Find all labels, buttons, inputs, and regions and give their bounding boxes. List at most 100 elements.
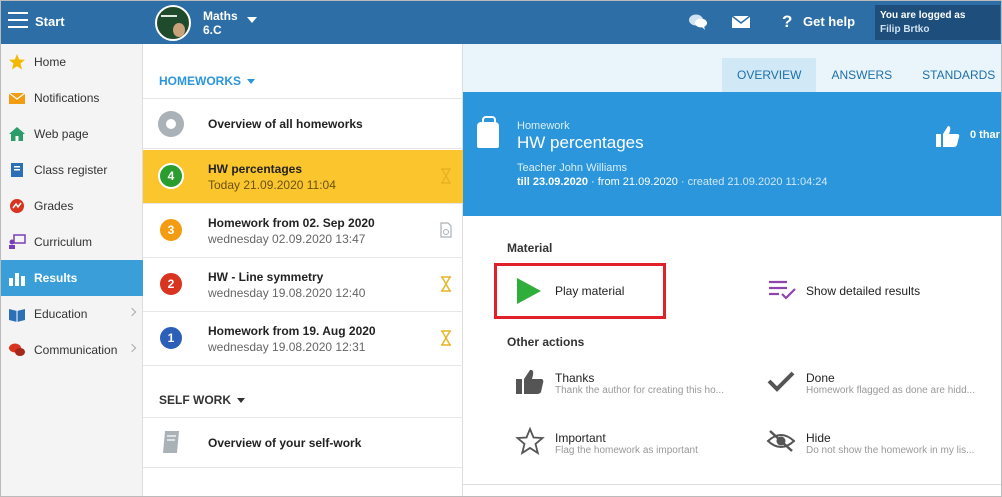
class-subject: Maths <box>203 9 238 23</box>
checkmark-icon <box>767 371 795 392</box>
divider <box>463 484 1002 485</box>
gear-icon <box>158 111 184 137</box>
chevron-right-icon <box>127 307 137 317</box>
thanks-description: Thank the author for creating this ho... <box>555 385 724 396</box>
sidebar-item-curriculum[interactable]: Curriculum <box>0 224 143 260</box>
sidebar-item-label: Grades <box>34 199 74 213</box>
sidebar-item-label: Results <box>34 271 78 285</box>
login-label: You are logged as <box>880 10 966 21</box>
sidebar-item-notifications[interactable]: Notifications <box>0 80 143 116</box>
chevron-down-icon <box>247 79 255 85</box>
envelope-icon <box>8 92 26 104</box>
teacher-name: Teacher John Williams <box>517 162 628 174</box>
open-book-icon <box>9 309 25 322</box>
detail-header: OVERVIEW ANSWERS STANDARDS Homework HW p… <box>463 44 1002 216</box>
thumbs-up-icon <box>516 369 544 394</box>
sidebar-item-label: Web page <box>34 127 89 141</box>
sidebar-item-label: Home <box>34 55 67 69</box>
homework-title: HW percentages <box>517 133 644 152</box>
star-outline-icon <box>515 427 545 455</box>
sidebar-item-results[interactable]: Results <box>0 260 143 296</box>
tab-overview[interactable]: OVERVIEW <box>722 58 817 92</box>
document-check-icon <box>440 222 452 238</box>
chevron-down-icon <box>237 398 245 404</box>
overview-label: Overview of your self-work <box>208 436 362 450</box>
sidebar-item-web-page[interactable]: Web page <box>0 116 143 152</box>
login-user: Filip Brtko <box>880 24 930 35</box>
done-description: Homework flagged as done are hidd... <box>806 385 975 396</box>
important-description: Flag the homework as important <box>555 445 698 456</box>
homework-title: Homework from 19. Aug 2020 <box>208 324 376 338</box>
show-results-label: Show detailed results <box>806 284 921 298</box>
homework-dates: till 23.09.2020 · from 21.09.2020 · crea… <box>517 176 828 188</box>
house-icon <box>9 127 25 141</box>
teacher-icon <box>9 234 26 249</box>
important-title: Important <box>555 431 606 445</box>
class-avatar[interactable] <box>155 5 191 41</box>
homework-title: Homework from 02. Sep 2020 <box>208 216 375 230</box>
homework-number-badge: 3 <box>158 217 184 243</box>
play-material-label: Play material <box>555 284 625 298</box>
sidebar-item-communication[interactable]: Communication <box>0 332 143 368</box>
sidebar-item-label: Class register <box>34 163 108 177</box>
sidebar-item-label: Education <box>34 307 88 321</box>
top-bar: Start Maths 6.C ? Get help You are logge… <box>0 0 1002 44</box>
bar-chart-icon <box>9 273 25 286</box>
chevron-down-icon[interactable] <box>247 17 257 23</box>
sidebar-item-home[interactable]: Home <box>0 44 143 80</box>
list-item[interactable]: 4 HW percentages Today 21.09.2020 11:04 <box>143 150 463 204</box>
tab-answers[interactable]: ANSWERS <box>816 58 907 92</box>
checklist-icon <box>769 280 796 300</box>
grade-icon <box>10 199 24 213</box>
list-item[interactable]: 1 Homework from 19. Aug 2020 wednesday 1… <box>143 312 463 366</box>
thumbs-up-icon[interactable] <box>935 124 961 148</box>
section-label: SELF WORK <box>159 393 231 407</box>
help-icon[interactable]: ? <box>782 12 792 32</box>
homework-detail-panel: OVERVIEW ANSWERS STANDARDS Homework HW p… <box>463 44 1002 497</box>
thanks-count: 0 thar <box>970 129 1000 141</box>
other-actions-title: Other actions <box>507 335 585 349</box>
notebook-icon <box>163 431 179 453</box>
sidebar-item-label: Notifications <box>34 91 100 105</box>
sidebar-item-label: Curriculum <box>34 235 93 249</box>
sidebar-item-education[interactable]: Education <box>0 296 143 332</box>
chevron-right-icon <box>127 343 137 353</box>
detail-tabs: OVERVIEW ANSWERS STANDARDS <box>722 58 1002 92</box>
class-name: 6.C <box>203 23 222 37</box>
eye-slash-icon <box>766 430 796 452</box>
sidebar-item-grades[interactable]: Grades <box>0 188 143 224</box>
hide-title: Hide <box>806 431 831 445</box>
list-item[interactable]: 2 HW - Line symmetry wednesday 19.08.202… <box>143 258 463 312</box>
hourglass-icon <box>441 276 451 292</box>
overview-label: Overview of all homeworks <box>208 117 363 131</box>
overview-self-work[interactable]: Overview of your self-work <box>143 418 463 468</box>
get-help-button[interactable]: Get help <box>803 14 855 29</box>
mail-icon[interactable] <box>731 15 751 29</box>
homework-number-badge: 2 <box>158 271 184 297</box>
star-icon <box>9 54 25 70</box>
list-item[interactable]: 3 Homework from 02. Sep 2020 wednesday 0… <box>143 204 463 258</box>
book-icon <box>11 163 23 177</box>
homework-title: HW percentages <box>208 162 303 176</box>
homework-number-badge: 4 <box>158 163 184 189</box>
selfwork-section-header[interactable]: SELF WORK <box>159 393 245 407</box>
homework-date: wednesday 02.09.2020 13:47 <box>208 232 366 246</box>
start-button[interactable]: Start <box>35 14 65 29</box>
login-box[interactable]: You are logged as Filip Brtko <box>875 5 1000 40</box>
homework-number-badge: 1 <box>158 325 184 351</box>
homework-list-panel: HOMEWORKS Overview of all homeworks 4 HW… <box>143 44 463 497</box>
homeworks-section-header[interactable]: HOMEWORKS <box>159 74 255 88</box>
sidebar-item-class-register[interactable]: Class register <box>0 152 143 188</box>
class-selector[interactable]: Maths 6.C <box>203 9 238 37</box>
hamburger-menu-icon[interactable] <box>8 12 28 30</box>
homework-date: wednesday 19.08.2020 12:31 <box>208 340 366 354</box>
chat-icon[interactable] <box>688 13 708 31</box>
homework-kind: Homework <box>517 120 570 132</box>
done-title: Done <box>806 371 835 385</box>
section-label: HOMEWORKS <box>159 74 241 88</box>
material-section-title: Material <box>507 241 553 255</box>
overview-all-homeworks[interactable]: Overview of all homeworks <box>143 99 463 149</box>
tab-standards[interactable]: STANDARDS <box>907 58 1002 92</box>
hourglass-icon <box>441 168 451 184</box>
sidebar: Home Notifications Web page Class regist… <box>0 44 143 497</box>
